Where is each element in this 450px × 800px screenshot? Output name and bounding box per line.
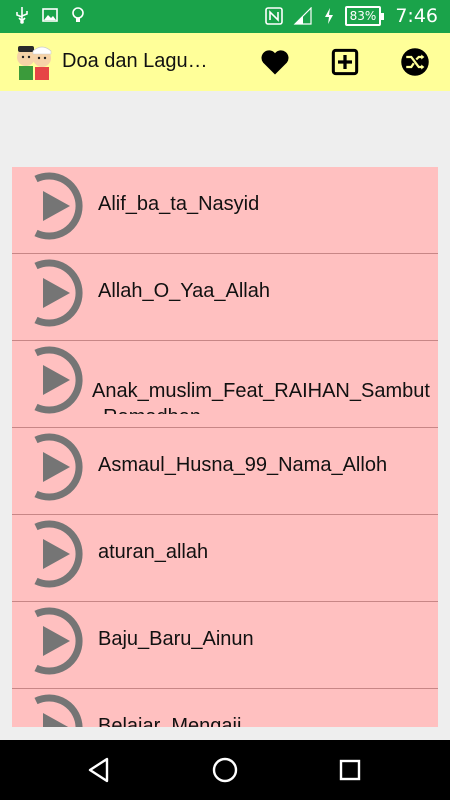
navigation-bar: [0, 740, 450, 800]
song-title: aturan_allah: [98, 541, 209, 563]
song-title: Alif_ba_ta_Nasyid: [98, 193, 260, 215]
list-item[interactable]: Asmaul_Husna_99_Nama_Alloh: [12, 428, 438, 515]
list-item[interactable]: aturan_allah: [12, 515, 438, 602]
song-title: Asmaul_Husna_99_Nama_Alloh: [98, 454, 388, 476]
play-icon: [34, 433, 83, 501]
nfc-icon: [264, 7, 283, 25]
image-icon: [42, 8, 58, 22]
favorite-button[interactable]: [257, 44, 293, 80]
list-item[interactable]: Belajar_Mengaji: [12, 689, 438, 727]
clock: 7:46: [395, 5, 438, 27]
play-icon: [34, 259, 83, 327]
charging-icon: [324, 8, 333, 24]
play-icon: [34, 172, 83, 240]
favorite-icon: [261, 50, 289, 75]
play-icon: [34, 607, 83, 675]
battery-indicator: 83%: [344, 6, 384, 26]
song-title: Allah_O_Yaa_Allah: [98, 280, 270, 302]
play-icon: [34, 694, 83, 727]
shuffle-button[interactable]: [397, 44, 433, 80]
back-icon[interactable]: [85, 755, 115, 785]
usb-icon: [16, 7, 28, 24]
song-list: Alif_ba_ta_Nasyid Allah_O_Yaa_Allah Anak…: [12, 167, 438, 727]
app-title: Doa dan Lagu…: [62, 50, 208, 72]
song-title: Baju_Baru_Ainun: [98, 628, 254, 650]
play-icon: [34, 346, 83, 414]
home-icon[interactable]: [210, 755, 240, 785]
recents-icon[interactable]: [335, 755, 365, 785]
add-button[interactable]: [327, 44, 363, 80]
list-item[interactable]: Alif_ba_ta_Nasyid: [12, 167, 438, 254]
add-icon: [331, 48, 359, 76]
song-title: Belajar_Mengaji: [98, 715, 242, 727]
play-icon: [34, 520, 83, 588]
list-item[interactable]: Anak_muslim_Feat_RAIHAN_Sambut_Ramadhan: [12, 341, 438, 428]
bulb-icon: [72, 7, 84, 22]
status-bar: 83% 7:46: [0, 0, 450, 33]
list-item[interactable]: Allah_O_Yaa_Allah: [12, 254, 438, 341]
song-title: Anak_muslim_Feat_RAIHAN_Sambut_Ramadhan: [92, 380, 430, 414]
app-logo-icon: [17, 46, 52, 80]
app-bar: Doa dan Lagu…: [0, 33, 450, 91]
signal-icon: [293, 7, 312, 25]
list-item[interactable]: Baju_Baru_Ainun: [12, 602, 438, 689]
shuffle-icon: [401, 48, 429, 76]
